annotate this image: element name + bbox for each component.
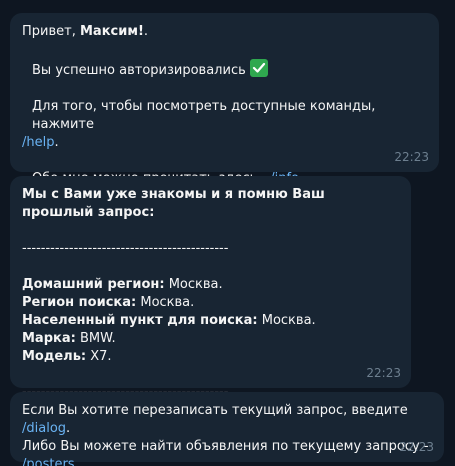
field-label: Регион поиска: (22, 295, 137, 310)
posters-text: Либо Вы можете найти объявления по текущ… (22, 439, 429, 454)
separator-top: ----------------------------------------… (22, 241, 229, 256)
help-link[interactable]: /help (22, 135, 54, 150)
field-row-home-region: Домашний регион: Москва. (22, 276, 397, 294)
dialog-text: Если Вы хотите перезаписать текущий запр… (22, 403, 412, 418)
greeting-name: Максим! (79, 24, 144, 39)
greeting-suffix: . (143, 24, 149, 39)
posters-line: Либо Вы можете найти объявления по текущ… (22, 438, 430, 456)
greeting-prefix: Привет, (22, 24, 80, 39)
message-time: 22:23 (399, 440, 434, 454)
greeting-line: Привет, Максим!. (22, 23, 425, 41)
field-value: X7. (86, 349, 112, 364)
help-link-line: /help. (22, 134, 425, 152)
field-row-search-region: Регион поиска: Москва. (22, 294, 397, 312)
dialog-line: Если Вы хотите перезаписать текущий запр… (22, 402, 430, 438)
field-label: Населенный пункт для поиска: (22, 313, 258, 328)
posters-link[interactable]: /posters (22, 457, 75, 466)
field-value: Москва. (164, 277, 223, 292)
field-label: Модель: (22, 349, 87, 364)
posters-suffix: . (74, 457, 79, 466)
message-bubble-previous-request: Мы с Вами уже знакомы и я помню Ваш прош… (10, 176, 411, 400)
field-label: Марка: (22, 331, 76, 346)
dialog-suffix: . (66, 421, 71, 436)
auth-text: Вы успешно авторизировались (32, 63, 246, 78)
help-suffix: . (54, 135, 59, 150)
field-value: Москва. (136, 295, 195, 310)
field-row-locality: Населенный пункт для поиска: Москва. (22, 312, 397, 330)
help-text: Для того, чтобы посмотреть доступные ком… (32, 99, 380, 132)
auth-line: Вы успешно авторизировались (22, 59, 425, 80)
message-time: 22:23 (366, 366, 401, 380)
help-line: Для того, чтобы посмотреть доступные ком… (22, 98, 425, 134)
message-bubble-greeting: Привет, Максим!. Вы успешно авторизирова… (10, 13, 439, 186)
request-header: Мы с Вами уже знакомы и я помню Ваш прош… (22, 187, 330, 220)
field-value: BMW. (75, 331, 116, 346)
message-bubble-actions: Если Вы хотите перезаписать текущий запр… (10, 392, 444, 466)
field-label: Домашний регион: (22, 277, 165, 292)
field-row-model: Модель: X7. (22, 348, 397, 366)
field-row-brand: Марка: BMW. (22, 330, 397, 348)
field-value: Москва. (257, 313, 316, 328)
check-mark-icon (249, 59, 268, 77)
dialog-link[interactable]: /dialog (22, 421, 66, 436)
message-time: 22:23 (394, 150, 429, 164)
posters-link-line: /posters. (22, 456, 430, 466)
